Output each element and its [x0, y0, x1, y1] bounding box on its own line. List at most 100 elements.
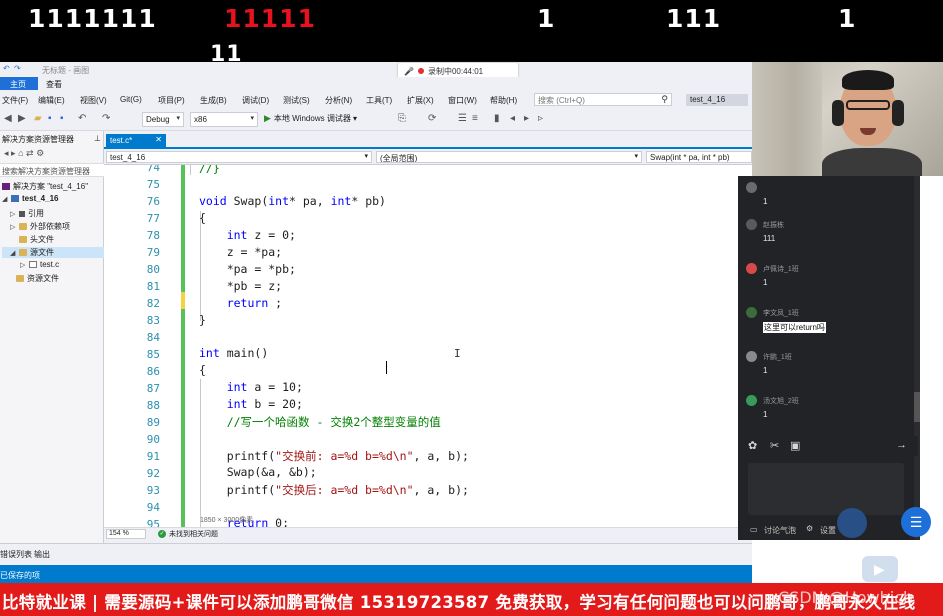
tree-item-external-deps[interactable]: ▷ 外部依赖项	[10, 221, 70, 232]
add-to-list-button[interactable]: 添加到	[812, 569, 836, 580]
menu-git[interactable]: Git(G)	[120, 95, 142, 104]
platform-select[interactable]: x86 ▾	[190, 112, 258, 127]
indent-icon[interactable]: ≡	[472, 113, 478, 124]
settings-icon[interactable]: ⚙	[36, 148, 44, 158]
menu-edit[interactable]: 编辑(E)	[38, 95, 65, 106]
menu-extensions[interactable]: 扩展(X)	[407, 95, 434, 106]
tab-test-c[interactable]: test.c* ✕	[106, 134, 166, 147]
search-icon[interactable]: ⚲	[661, 94, 668, 105]
ribbon-tabs: 主页 查看	[0, 77, 752, 90]
folder-icon	[19, 223, 27, 230]
align-icon[interactable]: ☰	[458, 113, 467, 124]
tree-item-test-c[interactable]: ▷ test.c	[20, 260, 59, 269]
redo-icon[interactable]: ↷	[14, 64, 21, 73]
code-line: int b = 20;	[226, 397, 303, 411]
bookmark-clear-icon[interactable]: ▹	[538, 113, 543, 124]
menu-file[interactable]: 文件(F)	[2, 95, 28, 106]
bookmark-icon[interactable]: ▮	[494, 113, 500, 124]
menu-window[interactable]: 窗口(W)	[448, 95, 477, 106]
save-all-icon[interactable]: ▪	[60, 113, 64, 124]
scope-dropdown[interactable]: (全局范围) ▾	[376, 151, 642, 163]
line-number: 83	[146, 314, 160, 327]
tree-label: 头文件	[30, 235, 54, 244]
expand-icon[interactable]: ▷	[10, 210, 16, 218]
play-icon[interactable]: ▶	[874, 561, 885, 578]
collapse-icon[interactable]: ◢	[10, 249, 16, 257]
message-bubble-icon[interactable]: ☰	[901, 507, 931, 537]
pin-icon[interactable]: ⊥	[94, 134, 101, 143]
menu-analyze[interactable]: 分析(N)	[325, 95, 352, 106]
menu-help[interactable]: 帮助(H)	[490, 95, 517, 106]
project-dropdown[interactable]: test_4_16 ▾	[106, 151, 372, 163]
tab-home[interactable]: 主页	[0, 77, 38, 90]
tree-item-solution[interactable]: 解决方案 "test_4_16"	[2, 181, 88, 192]
menu-debug[interactable]: 调试(D)	[242, 95, 269, 106]
tab-output[interactable]: 输出	[34, 549, 50, 560]
menu-view[interactable]: 视图(V)	[80, 95, 107, 106]
config-select[interactable]: Debug ▾	[142, 112, 184, 127]
attach-icon[interactable]: ⎘	[398, 113, 406, 124]
tree-item-resources[interactable]: 资源文件	[16, 273, 59, 284]
image-icon[interactable]: ▣	[790, 439, 800, 452]
expand-icon[interactable]: ▷	[20, 261, 26, 269]
search-input[interactable]: 搜索 (Ctrl+Q) ⚲	[534, 93, 672, 106]
zoom-select[interactable]: 154 %	[106, 529, 146, 539]
line-number: 90	[146, 433, 160, 446]
line-number: 86	[146, 365, 160, 378]
solution-explorer: 解决方案资源管理器 ⊥ ◂ ▸ ⌂ ⇄ ⚙ 搜索解决方案资源管理器 解决方案 "…	[0, 131, 104, 543]
tree-item-references[interactable]: ▷ 引用	[10, 208, 44, 219]
tree-item-project[interactable]: ◢ test_4_16	[2, 194, 58, 203]
collapse-icon[interactable]: ◢	[2, 195, 8, 203]
settings-button[interactable]: 设置	[820, 525, 836, 536]
tree-item-sources[interactable]: ◢ 源文件	[2, 247, 104, 258]
chat-input[interactable]	[748, 463, 904, 515]
run-debugger-button[interactable]: ▶ 本地 Windows 调试器 ▾	[264, 113, 357, 124]
menu-test[interactable]: 测试(S)	[283, 95, 310, 106]
home-icon[interactable]: ⌂	[18, 148, 23, 158]
settings-icon[interactable]: ⚙	[806, 524, 813, 533]
tree-item-headers[interactable]: 头文件	[10, 234, 54, 245]
back-icon[interactable]: ◀	[4, 113, 12, 124]
bookmark-prev-icon[interactable]: ◂	[510, 113, 515, 124]
code-editor[interactable]: 74 75 76 77 78 79 80 81 82 83 84 85 86 87 88 89 90 91 92 93…	[104, 165, 752, 527]
redo-icon[interactable]: ↷	[102, 113, 110, 124]
menu-project[interactable]: 项目(P)	[158, 95, 185, 106]
tab-view[interactable]: 查看	[46, 79, 62, 90]
open-folder-icon[interactable]: ▰	[34, 113, 42, 124]
tree-label: 源文件	[30, 248, 54, 257]
line-number: 93	[146, 484, 160, 497]
save-icon[interactable]: ▪	[48, 113, 52, 124]
user-avatar-bubble[interactable]	[837, 508, 867, 538]
scissors-icon[interactable]: ✂	[770, 439, 779, 452]
function-dropdown[interactable]: Swap(int * pa, int * pb)	[646, 151, 752, 163]
back-icon[interactable]: ◂	[4, 148, 9, 158]
forward-icon[interactable]: ▸	[11, 148, 16, 158]
microphone-icon[interactable]: 🎤	[404, 67, 414, 76]
tab-error-list[interactable]: 错误列表	[0, 549, 32, 560]
discuss-bubble-button[interactable]: 讨论气泡	[764, 525, 796, 536]
danmaku-comment: 1	[537, 4, 556, 33]
tree-label: 解决方案 "test_4_16"	[13, 182, 89, 191]
menu-tools[interactable]: 工具(T)	[366, 95, 392, 106]
hot-reload-icon[interactable]: ⟳	[428, 113, 436, 124]
chat-scrollbar[interactable]	[914, 176, 920, 540]
sync-icon[interactable]: ⇄	[26, 148, 34, 158]
bubble-icon[interactable]: ▭	[750, 525, 758, 534]
line-number: 94	[146, 501, 160, 514]
emoji-icon[interactable]: ✿	[748, 439, 757, 452]
undo-icon[interactable]: ↶	[78, 113, 86, 124]
issues-indicator[interactable]: ✓ 未找到相关问题	[158, 529, 218, 539]
chevron-down-icon: ▾	[634, 153, 638, 160]
line-number: 95	[146, 518, 160, 527]
expand-icon[interactable]: ▷	[10, 223, 16, 231]
avatar	[746, 219, 757, 230]
send-arrow-icon[interactable]: →	[896, 439, 907, 451]
undo-icon[interactable]: ↶	[3, 64, 10, 73]
bookmark-next-icon[interactable]: ▸	[524, 113, 529, 124]
close-icon[interactable]: ✕	[155, 135, 162, 144]
nav-scope: (全局范围)	[380, 154, 418, 163]
solution-explorer-search[interactable]: 搜索解决方案资源管理器	[0, 163, 104, 177]
forward-icon[interactable]: ▶	[18, 113, 26, 124]
chat-text: 1	[763, 278, 768, 287]
menu-build[interactable]: 生成(B)	[200, 95, 227, 106]
